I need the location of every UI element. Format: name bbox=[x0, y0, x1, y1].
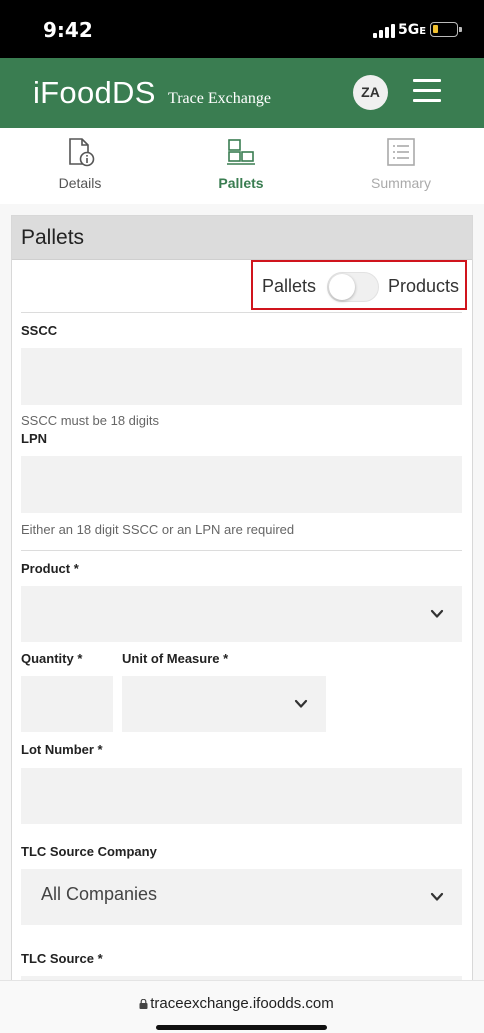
quantity-label: Quantity * bbox=[21, 651, 83, 666]
card-header: Pallets bbox=[12, 216, 472, 260]
product-select[interactable] bbox=[21, 586, 462, 642]
product-label: Product * bbox=[21, 561, 79, 576]
divider bbox=[21, 312, 462, 313]
tlc-source-label: TLC Source * bbox=[21, 951, 103, 966]
pallets-products-toggle: Pallets Products bbox=[251, 260, 467, 310]
pallets-card: Pallets Pallets Products SSCC SSCC must … bbox=[11, 215, 473, 1015]
sscc-input[interactable] bbox=[21, 348, 462, 405]
lpn-label: LPN bbox=[21, 431, 47, 446]
app-logo[interactable]: iFoodDS bbox=[33, 75, 156, 111]
sscc-helper: SSCC must be 18 digits bbox=[21, 413, 160, 428]
sscc-label: SSCC bbox=[21, 323, 58, 338]
step-summary-label: Summary bbox=[371, 175, 431, 191]
lpn-helper: Either an 18 digit SSCC or an LPN are re… bbox=[21, 522, 295, 537]
mode-switch[interactable] bbox=[327, 272, 379, 302]
status-bar: 9:42 5GE bbox=[0, 0, 484, 58]
step-pallets-label: Pallets bbox=[218, 175, 264, 191]
user-avatar[interactable]: ZA bbox=[353, 75, 388, 110]
tlc-source-company-label: TLC Source Company bbox=[21, 844, 157, 859]
network-indicator: 5GE bbox=[398, 22, 427, 38]
document-info-icon bbox=[69, 138, 95, 167]
chevron-down-icon bbox=[430, 609, 444, 618]
summary-list-icon bbox=[387, 138, 415, 166]
divider bbox=[21, 550, 462, 551]
lot-number-input[interactable] bbox=[21, 768, 462, 824]
menu-icon[interactable] bbox=[413, 79, 441, 103]
url-text[interactable]: traceexchange.ifoodds.com bbox=[0, 995, 484, 1012]
pallets-icon bbox=[227, 139, 255, 165]
quantity-input[interactable] bbox=[21, 676, 113, 732]
tlc-source-company-select[interactable]: All Companies bbox=[21, 869, 462, 925]
step-navigation: Details Pallets Summary bbox=[0, 128, 484, 204]
unit-of-measure-select[interactable] bbox=[122, 676, 326, 732]
lot-number-label: Lot Number * bbox=[21, 742, 103, 757]
lpn-input[interactable] bbox=[21, 456, 462, 513]
toggle-label-products[interactable]: Products bbox=[388, 276, 459, 297]
tlc-source-company-value: All Companies bbox=[41, 884, 158, 904]
step-summary: Summary bbox=[341, 128, 461, 204]
card-title: Pallets bbox=[21, 226, 85, 249]
app-header: iFoodDS Trace Exchange ZA bbox=[0, 58, 484, 128]
switch-knob bbox=[329, 274, 355, 300]
home-indicator[interactable] bbox=[156, 1025, 327, 1030]
chevron-down-icon bbox=[294, 699, 308, 708]
step-details-label: Details bbox=[58, 175, 102, 191]
battery-icon bbox=[430, 22, 462, 37]
step-pallets[interactable]: Pallets bbox=[181, 128, 301, 204]
unit-of-measure-label: Unit of Measure * bbox=[122, 651, 229, 666]
app-subtitle: Trace Exchange bbox=[168, 90, 271, 107]
status-time: 9:42 bbox=[43, 18, 93, 42]
chevron-down-icon bbox=[430, 892, 444, 901]
signal-icon bbox=[373, 24, 395, 38]
step-details[interactable]: Details bbox=[20, 128, 140, 204]
toggle-label-pallets[interactable]: Pallets bbox=[262, 276, 316, 297]
